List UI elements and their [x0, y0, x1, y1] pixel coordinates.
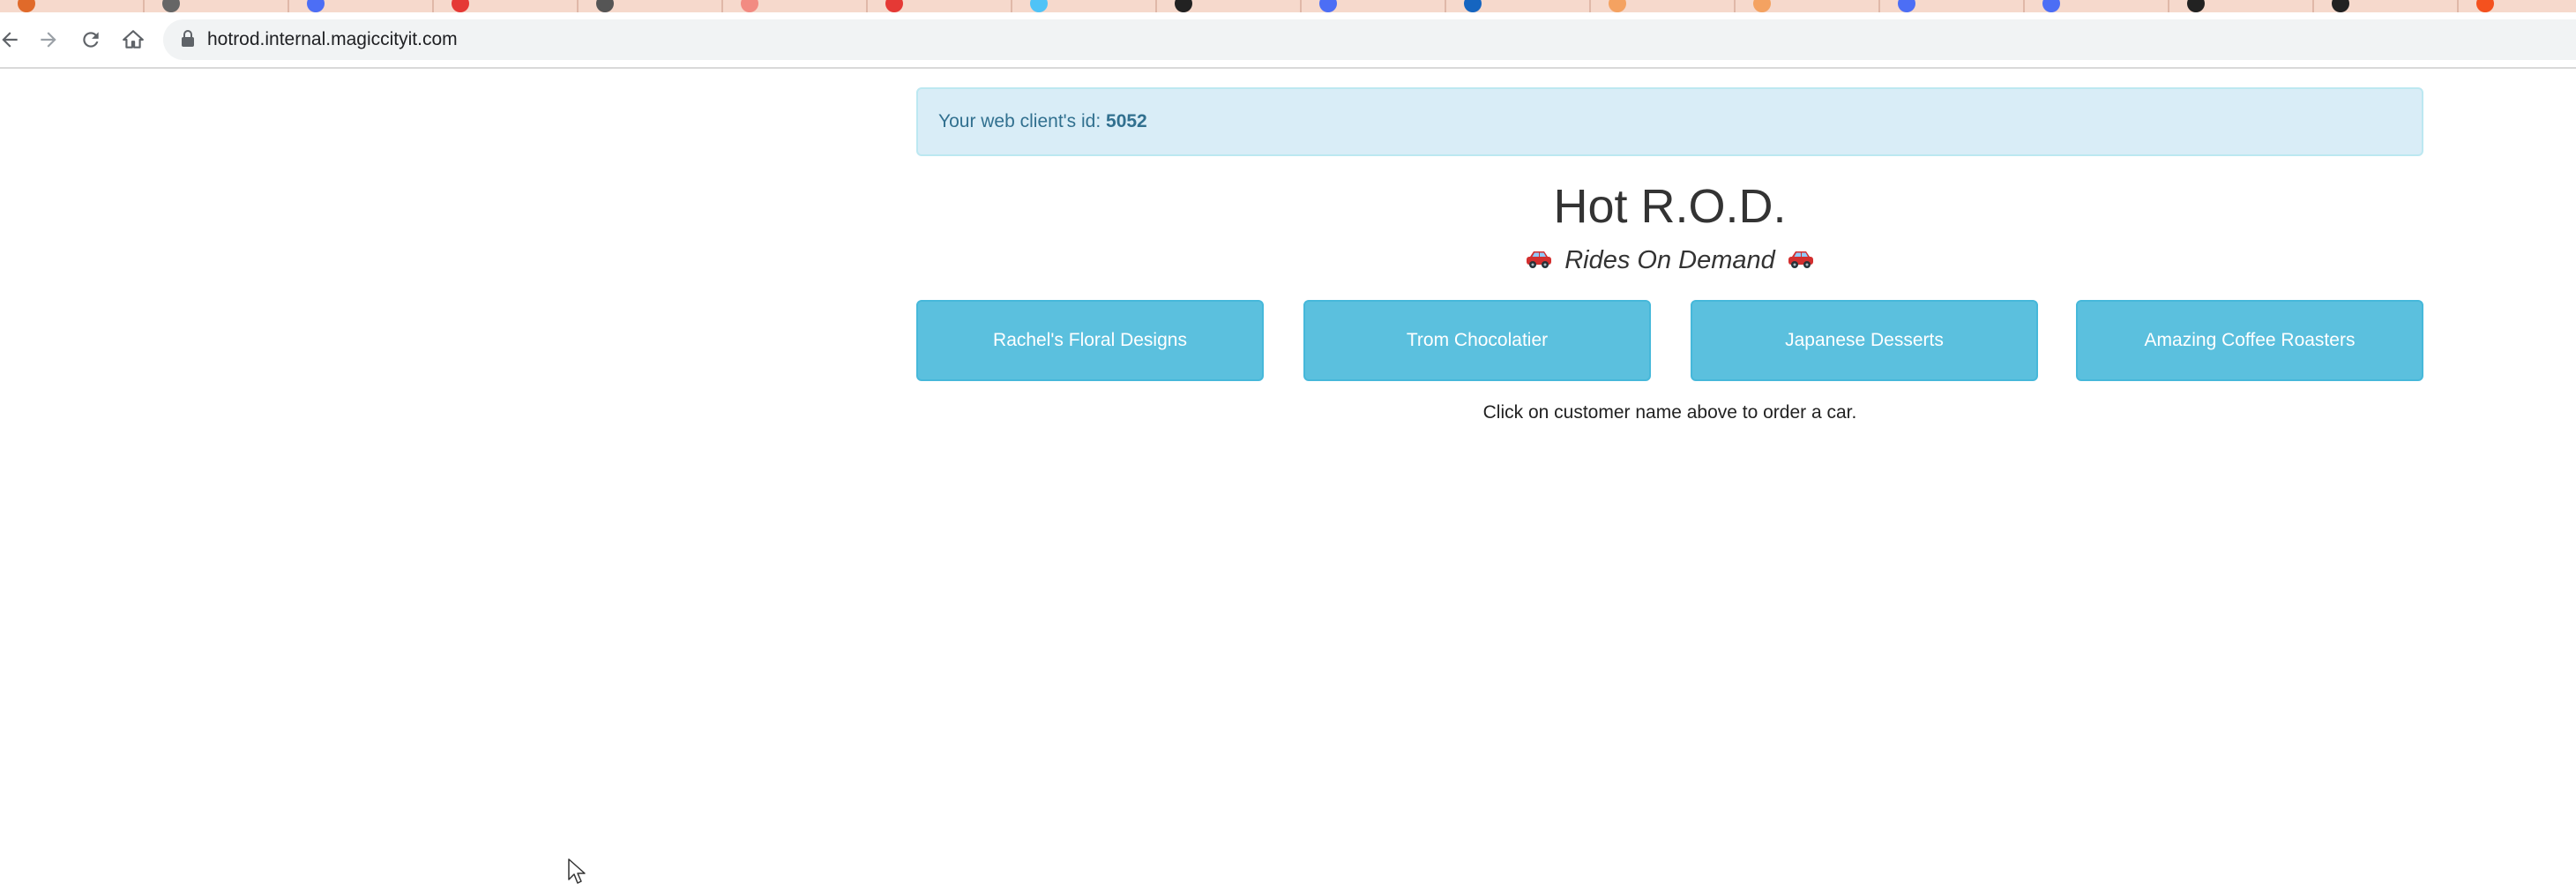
- browser-tab[interactable]: [2314, 0, 2459, 12]
- tab-favicon-icon: [452, 0, 469, 12]
- client-id-value: 5052: [1106, 111, 1147, 131]
- browser-tab[interactable]: [145, 0, 289, 12]
- tab-favicon-icon: [1609, 0, 1626, 12]
- browser-tab[interactable]: [1591, 0, 1736, 12]
- customer-buttons: Rachel's Floral Designs Trom Chocolatier…: [916, 300, 2423, 381]
- tab-favicon-icon: [1030, 0, 1048, 12]
- browser-tab[interactable]: [1736, 0, 1880, 12]
- car-icon: [1526, 241, 1552, 281]
- browser-tab[interactable]: [2169, 0, 2314, 12]
- tab-favicon-icon: [1175, 0, 1192, 12]
- page-subtitle: Rides On Demand: [916, 240, 2423, 281]
- page-title: Hot R.O.D.: [1553, 180, 1787, 233]
- browser-tab-strip: [0, 0, 2576, 12]
- tab-favicon-icon: [162, 0, 180, 12]
- tab-favicon-icon: [1319, 0, 1337, 12]
- car-icon: [1788, 241, 1814, 281]
- instruction-text: Click on customer name above to order a …: [1482, 402, 1857, 423]
- browser-tab[interactable]: [2025, 0, 2169, 12]
- tab-favicon-icon: [596, 0, 614, 12]
- tab-favicon-icon: [18, 0, 35, 12]
- browser-tab[interactable]: [1302, 0, 1446, 12]
- back-button[interactable]: [0, 23, 26, 56]
- customer-button-trom-chocolatier[interactable]: Trom Chocolatier: [1303, 300, 1651, 381]
- forward-arrow-icon: [41, 32, 56, 48]
- browser-tab[interactable]: [289, 0, 434, 12]
- browser-tab[interactable]: [868, 0, 1012, 12]
- reload-button[interactable]: [74, 23, 108, 56]
- lock-icon: [182, 30, 194, 47]
- url-text: hotrod.internal.magiccityit.com: [207, 29, 458, 49]
- browser-tab[interactable]: [434, 0, 579, 12]
- browser-toolbar: hotrod.internal.magiccityit.com: [0, 12, 2576, 69]
- browser-tab[interactable]: [723, 0, 868, 12]
- home-button[interactable]: [116, 23, 150, 56]
- browser-tab[interactable]: [1446, 0, 1591, 12]
- tab-favicon-icon: [1753, 0, 1771, 12]
- mouse-cursor-icon: [568, 858, 586, 884]
- browser-tab[interactable]: [0, 0, 145, 12]
- forward-button[interactable]: [32, 23, 65, 56]
- customer-button-amazing-coffee-roasters[interactable]: Amazing Coffee Roasters: [2076, 300, 2423, 381]
- customer-button-rachels-floral-designs[interactable]: Rachel's Floral Designs: [916, 300, 1264, 381]
- tab-favicon-icon: [307, 0, 325, 12]
- browser-tab[interactable]: [1157, 0, 1302, 12]
- subtitle-text: Rides On Demand: [1564, 246, 1775, 274]
- tab-favicon-icon: [2187, 0, 2205, 12]
- browser-tab[interactable]: [2459, 0, 2576, 12]
- browser-tab[interactable]: [1880, 0, 2025, 12]
- tab-favicon-icon: [741, 0, 758, 12]
- tab-favicon-icon: [885, 0, 903, 12]
- client-id-label: Your web client's id:: [938, 111, 1101, 131]
- tab-favicon-icon: [2332, 0, 2349, 12]
- home-icon: [123, 30, 144, 49]
- client-id-alert: Your web client's id: 5052: [916, 87, 2423, 156]
- tab-favicon-icon: [1898, 0, 1915, 12]
- tab-favicon-icon: [2042, 0, 2060, 12]
- tab-favicon-icon: [1464, 0, 1482, 12]
- tab-favicon-icon: [2476, 0, 2494, 12]
- reload-icon: [83, 32, 99, 48]
- address-bar[interactable]: hotrod.internal.magiccityit.com: [163, 19, 2576, 60]
- back-arrow-icon: [2, 32, 18, 48]
- browser-tab[interactable]: [1012, 0, 1157, 12]
- customer-button-japanese-desserts[interactable]: Japanese Desserts: [1691, 300, 2038, 381]
- browser-tab[interactable]: [579, 0, 723, 12]
